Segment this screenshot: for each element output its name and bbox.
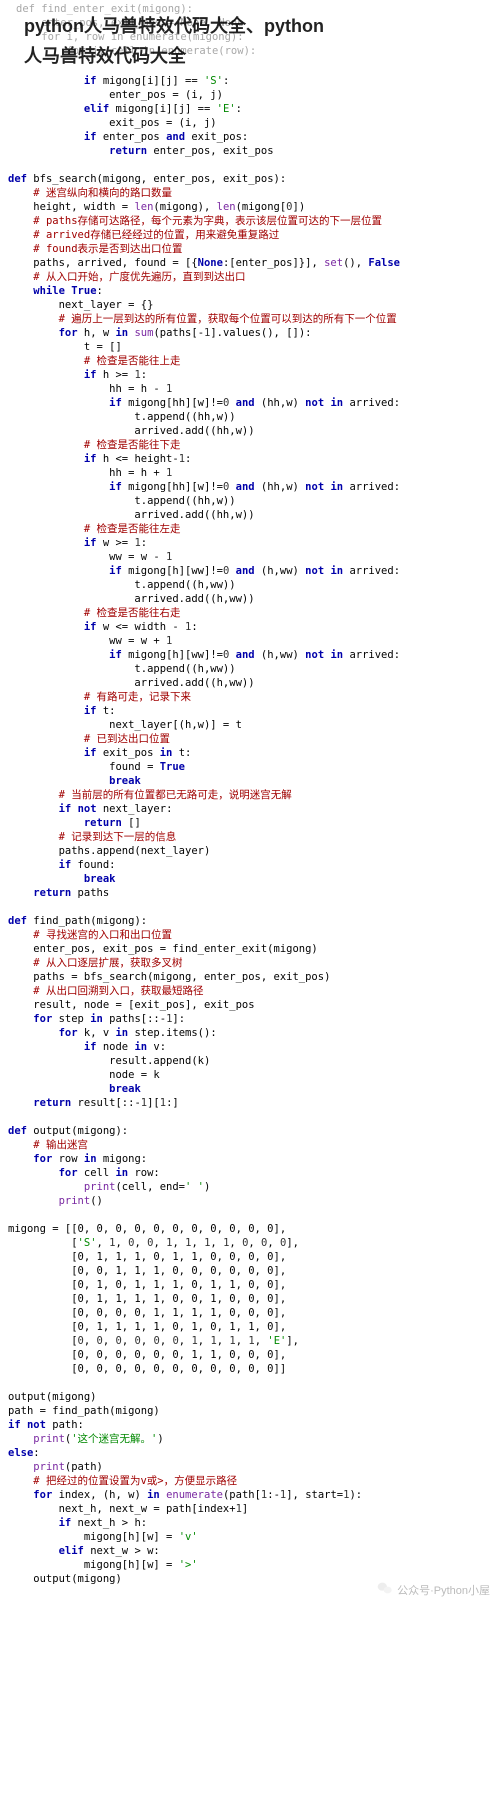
code-block: if migong[i][j] == 'S': enter_pos = (i, …	[0, 74, 500, 1606]
footer-label: 公众号·Python小屋	[397, 1582, 490, 1598]
ghost-code: def find_enter_exit(migong): enter_pos, …	[8, 2, 256, 78]
footer-watermark: 公众号·Python小屋	[377, 1581, 490, 1598]
wechat-icon	[377, 1581, 393, 1598]
